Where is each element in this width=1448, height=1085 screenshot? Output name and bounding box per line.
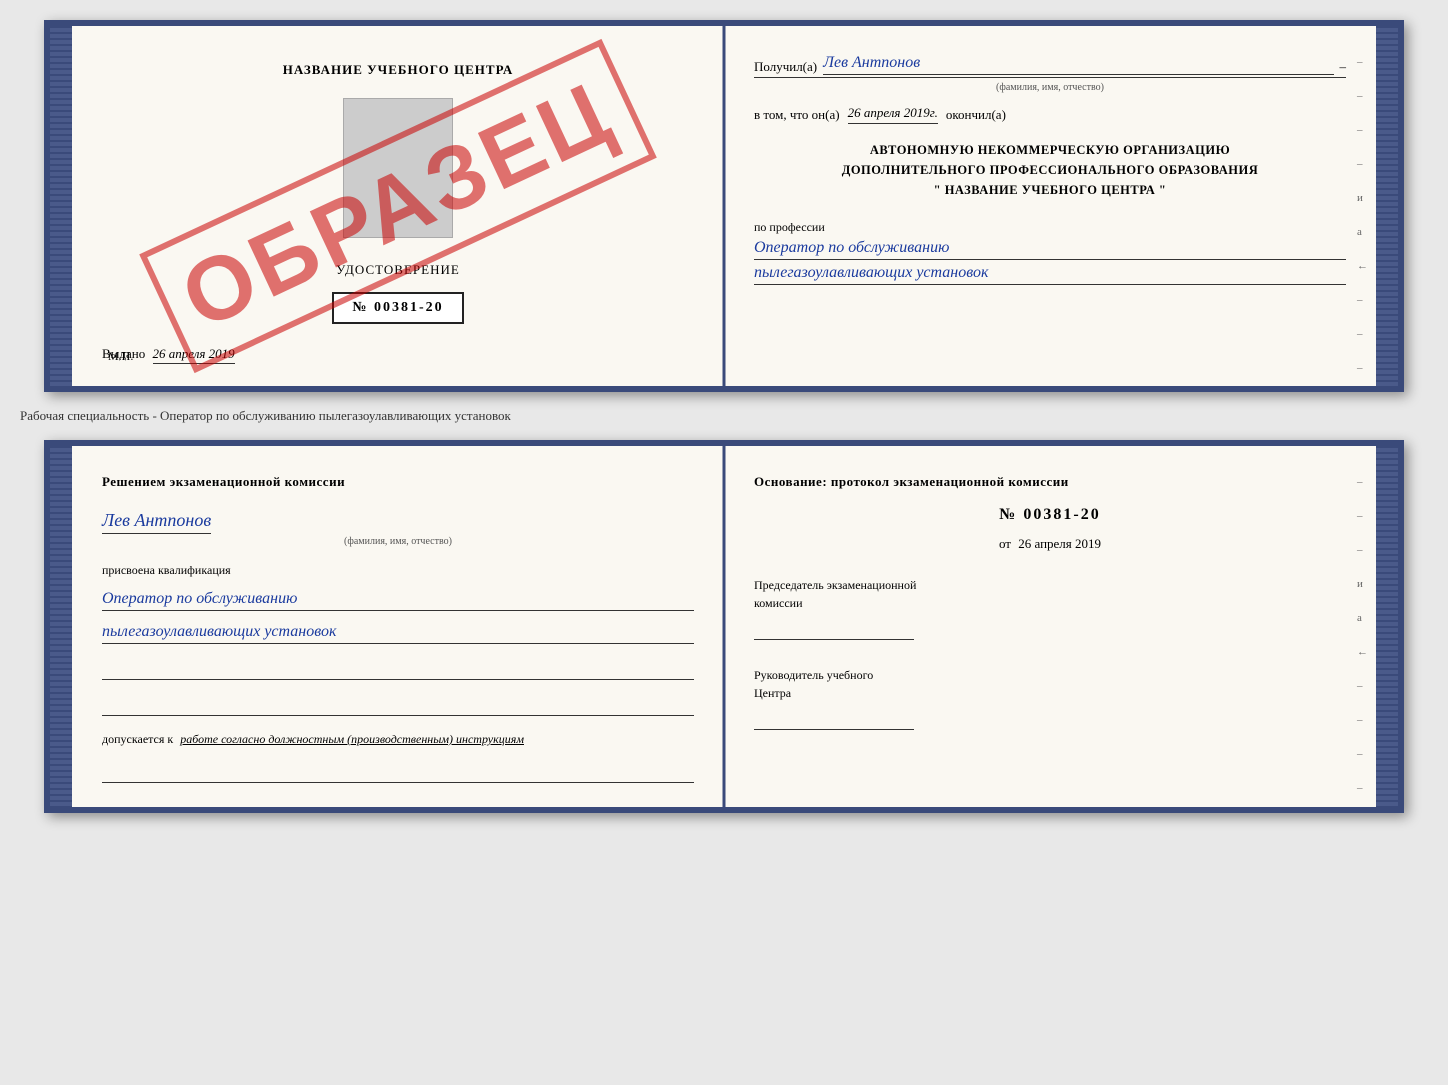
- top-center-title: НАЗВАНИЕ УЧЕБНОГО ЦЕНТРА: [283, 62, 514, 78]
- separator-text: Рабочая специальность - Оператор по обсл…: [20, 404, 1336, 428]
- blank-line-1: [102, 660, 694, 680]
- допускается-label: допускается к: [102, 732, 173, 746]
- bottom-spine-right: [1376, 446, 1398, 807]
- bottom-name: Лев Антпонов: [102, 510, 211, 534]
- date-completion: в том, что он(а) 26 апреля 2019г. окончи…: [754, 105, 1346, 124]
- profession-value2: пылегазоулавливающих установок: [754, 264, 1346, 285]
- recipient-label: Получил(а): [754, 59, 817, 75]
- bottom-right-margin-dashes: – – – и а ← – – – –: [1357, 476, 1368, 794]
- top-book-spread: НАЗВАНИЕ УЧЕБНОГО ЦЕНТРА УДОСТОВЕРЕНИЕ №…: [44, 20, 1404, 392]
- issued-date: 26 апреля 2019: [153, 346, 235, 364]
- org-name-line: " НАЗВАНИЕ УЧЕБНОГО ЦЕНТРА ": [754, 180, 1346, 200]
- chairman-sig-line: [754, 620, 914, 640]
- rukovod-label2-text: Центра: [754, 686, 791, 700]
- qualification-label: присвоена квалификация: [102, 563, 694, 578]
- chairman-label2-text: комиссии: [754, 596, 803, 610]
- osnov-label: Основание: протокол экзаменационной коми…: [754, 474, 1346, 490]
- bottom-right-page: Основание: протокол экзаменационной коми…: [724, 446, 1376, 807]
- org-line1: АВТОНОМНУЮ НЕКОММЕРЧЕСКУЮ ОРГАНИЗАЦИЮ: [754, 140, 1346, 160]
- chairman-block: Председатель экзаменационной комиссии: [754, 576, 1346, 640]
- profession-value1: Оператор по обслуживанию: [754, 239, 1346, 260]
- mp-label: М.П.: [108, 349, 133, 364]
- fio-hint: (фамилия, имя, отчество): [754, 82, 1346, 93]
- qualification-val2: пылегазоулавливающих установок: [102, 623, 694, 644]
- допускается-value: работе согласно должностным (производств…: [180, 732, 524, 746]
- top-left-page: НАЗВАНИЕ УЧЕБНОГО ЦЕНТРА УДОСТОВЕРЕНИЕ №…: [72, 26, 724, 386]
- bottom-spine-left: [50, 446, 72, 807]
- spine-right: [1376, 26, 1398, 386]
- recipient-section: Получил(а) Лев Антпонов – (фамилия, имя,…: [754, 54, 1346, 93]
- protocol-date: от 26 апреля 2019: [754, 536, 1346, 552]
- photo-placeholder: [343, 98, 453, 238]
- recipient-name: Лев Антпонов: [823, 54, 1333, 75]
- right-margin-dashes: – – – – и а ← – – – –: [1357, 56, 1368, 392]
- org-name-open: ": [934, 183, 941, 197]
- cert-number: № 00381-20: [332, 292, 463, 324]
- rukovod-label-text: Руководитель учебного: [754, 668, 873, 682]
- chairman-label: Председатель экзаменационной комиссии: [754, 576, 1346, 612]
- rukovod-label: Руководитель учебного Центра: [754, 666, 1346, 702]
- spine-left: [50, 26, 72, 386]
- date-prefix: в том, что он(а): [754, 107, 840, 123]
- qualification-val1: Оператор по обслуживанию: [102, 590, 694, 611]
- rukovod-sig-line: [754, 710, 914, 730]
- org-line2: ДОПОЛНИТЕЛЬНОГО ПРОФЕССИОНАЛЬНОГО ОБРАЗО…: [754, 160, 1346, 180]
- bottom-left-page: Решением экзаменационной комиссии Лев Ан…: [72, 446, 724, 807]
- rukovod-block: Руководитель учебного Центра: [754, 666, 1346, 730]
- udostoverenie-label: УДОСТОВЕРЕНИЕ: [336, 262, 460, 278]
- protocol-date-val: 26 апреля 2019: [1018, 536, 1101, 551]
- bottom-book-spread: Решением экзаменационной комиссии Лев Ан…: [44, 440, 1404, 813]
- blank-line-3: [102, 763, 694, 783]
- date-suffix: окончил(а): [946, 107, 1006, 123]
- допускается-text: допускается к работе согласно должностны…: [102, 732, 694, 747]
- org-name: НАЗВАНИЕ УЧЕБНОГО ЦЕНТРА: [945, 183, 1156, 197]
- dash-after-name: –: [1340, 59, 1347, 75]
- top-right-page: Получил(а) Лев Антпонов – (фамилия, имя,…: [724, 26, 1376, 386]
- document-container: НАЗВАНИЕ УЧЕБНОГО ЦЕНТРА УДОСТОВЕРЕНИЕ №…: [20, 20, 1428, 813]
- profession-label: по профессии: [754, 220, 1346, 235]
- protocol-number: № 00381-20: [754, 506, 1346, 524]
- date-value: 26 апреля 2019г.: [848, 105, 938, 124]
- commission-title: Решением экзаменационной комиссии: [102, 474, 694, 490]
- bottom-name-section: Лев Антпонов (фамилия, имя, отчество): [102, 506, 694, 547]
- org-block: АВТОНОМНУЮ НЕКОММЕРЧЕСКУЮ ОРГАНИЗАЦИЮ ДО…: [754, 140, 1346, 200]
- recipient-line: Получил(а) Лев Антпонов –: [754, 54, 1346, 78]
- chairman-label-text: Председатель экзаменационной: [754, 578, 916, 592]
- blank-line-2: [102, 696, 694, 716]
- org-name-close: ": [1159, 183, 1166, 197]
- protocol-date-prefix: от: [999, 536, 1011, 551]
- bottom-fio-hint: (фамилия, имя, отчество): [102, 536, 694, 547]
- profession-block: по профессии Оператор по обслуживанию пы…: [754, 220, 1346, 285]
